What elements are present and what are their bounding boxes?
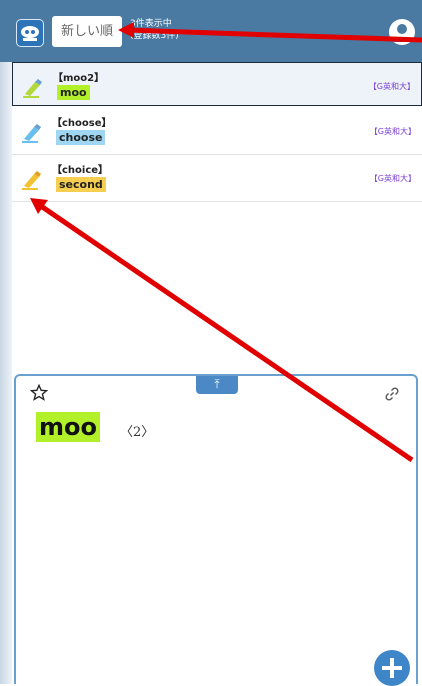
collapse-panel-button[interactable]: ⤒ <box>196 376 238 394</box>
dictionary-label: 【G英和大】 <box>368 82 415 91</box>
word-title: moo <box>36 412 100 442</box>
highlighter-pen-icon <box>22 171 41 190</box>
entry-headword: 【moo2】 <box>53 73 105 84</box>
user-avatar-icon[interactable] <box>389 19 415 45</box>
list-item[interactable]: 【moo2】 moo 【G英和大】 <box>12 62 422 106</box>
entry-list: 【moo2】 moo 【G英和大】 【choose】 choose 【G英和大】… <box>12 62 422 202</box>
add-button[interactable] <box>374 650 410 686</box>
count-registered: (登録数3件) <box>130 31 179 41</box>
star-icon[interactable] <box>30 384 48 402</box>
app-header: 新しい順 3件表示中 (登録数3件) <box>0 0 422 62</box>
count-displayed: 3件表示中 <box>130 19 172 29</box>
entry-word: moo <box>57 85 90 100</box>
highlighter-pen-icon <box>22 124 41 143</box>
app-logo-icon[interactable] <box>16 19 44 47</box>
list-item[interactable]: 【choice】 second 【G英和大】 <box>12 155 422 202</box>
link-icon[interactable] <box>384 386 400 402</box>
entry-word: second <box>56 177 106 192</box>
entry-headword: 【choice】 <box>52 165 109 176</box>
sort-order-button[interactable]: 新しい順 <box>52 16 122 47</box>
dictionary-label: 【G英和大】 <box>369 174 416 183</box>
entry-headword: 【choose】 <box>52 118 112 129</box>
entry-count: 3件表示中 (登録数3件) <box>130 18 179 42</box>
detail-panel: ⤒ moo 〈2〉 <box>14 374 418 686</box>
entry-word: choose <box>56 130 106 145</box>
dictionary-label: 【G英和大】 <box>369 127 416 136</box>
side-strip <box>0 62 12 684</box>
list-item[interactable]: 【choose】 choose 【G英和大】 <box>12 108 422 155</box>
highlighter-pen-icon <box>23 79 42 98</box>
word-number: 〈2〉 <box>120 425 155 440</box>
